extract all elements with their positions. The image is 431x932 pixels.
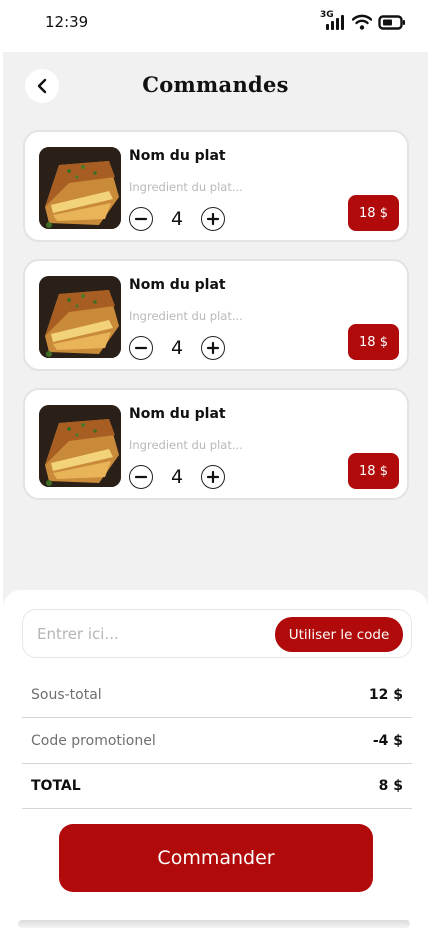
total-label: TOTAL	[31, 777, 81, 794]
status-icons: 3G	[320, 10, 406, 30]
status-time: 12:39	[45, 13, 89, 31]
increase-button[interactable]	[201, 336, 225, 360]
plus-icon	[206, 212, 220, 226]
quantity-stepper: 4	[129, 465, 225, 489]
quantity-value: 4	[170, 208, 184, 230]
plus-icon	[206, 341, 220, 355]
subtotal-label: Sous-total	[31, 686, 102, 703]
home-indicator	[18, 920, 410, 928]
increase-button[interactable]	[201, 207, 225, 231]
order-item-card: Nom du plat Ingredient du plat... 4 18 $	[23, 259, 409, 371]
page-title: Commandes	[142, 72, 289, 97]
decrease-button[interactable]	[129, 336, 153, 360]
dish-photo	[39, 276, 121, 358]
order-button[interactable]: Commander	[59, 824, 373, 892]
status-bar: 12:39 3G	[3, 0, 428, 52]
promo-code-input[interactable]	[37, 619, 257, 649]
price-badge: 18 $	[348, 195, 399, 231]
dish-name: Nom du plat	[129, 406, 226, 422]
apply-code-button[interactable]: Utiliser le code	[275, 617, 403, 652]
increase-button[interactable]	[201, 465, 225, 489]
subtotal-row: Sous-total 12 $	[22, 672, 412, 718]
dish-ingredients: Ingredient du plat...	[129, 180, 243, 194]
dish-ingredients: Ingredient du plat...	[129, 438, 243, 452]
dish-photo	[39, 405, 121, 487]
decrease-button[interactable]	[129, 207, 153, 231]
total-value: 8 $	[378, 777, 403, 794]
minus-icon	[134, 217, 148, 221]
signal-icon: 3G	[320, 10, 346, 30]
subtotal-value: 12 $	[368, 686, 403, 703]
network-type: 3G	[320, 10, 334, 20]
quantity-value: 4	[170, 466, 184, 488]
plus-icon	[206, 470, 220, 484]
dish-name: Nom du plat	[129, 148, 226, 164]
price-badge: 18 $	[348, 453, 399, 489]
quantity-stepper: 4	[129, 336, 225, 360]
order-item-card: Nom du plat Ingredient du plat... 4 18 $	[23, 388, 409, 500]
total-row: TOTAL 8 $	[22, 763, 412, 809]
price-badge: 18 $	[348, 324, 399, 360]
order-item-card: Nom du plat Ingredient du plat... 4 18 $	[23, 130, 409, 242]
minus-icon	[134, 346, 148, 350]
promo-code-box: Utiliser le code	[22, 609, 412, 658]
orders-screen: Commandes Nom du plat Ingredient du plat…	[3, 52, 428, 932]
promo-row: Code promotionel -4 $	[22, 718, 412, 764]
checkout-panel: Utiliser le code Sous-total 12 $ Code pr…	[3, 590, 428, 932]
dish-name: Nom du plat	[129, 277, 226, 293]
quantity-value: 4	[170, 337, 184, 359]
wifi-icon	[352, 14, 372, 30]
dish-photo	[39, 147, 121, 229]
dish-ingredients: Ingredient du plat...	[129, 309, 243, 323]
decrease-button[interactable]	[129, 465, 153, 489]
minus-icon	[134, 475, 148, 479]
quantity-stepper: 4	[129, 207, 225, 231]
battery-icon	[378, 15, 405, 30]
promo-label: Code promotionel	[31, 732, 156, 749]
promo-value: -4 $	[372, 732, 403, 749]
